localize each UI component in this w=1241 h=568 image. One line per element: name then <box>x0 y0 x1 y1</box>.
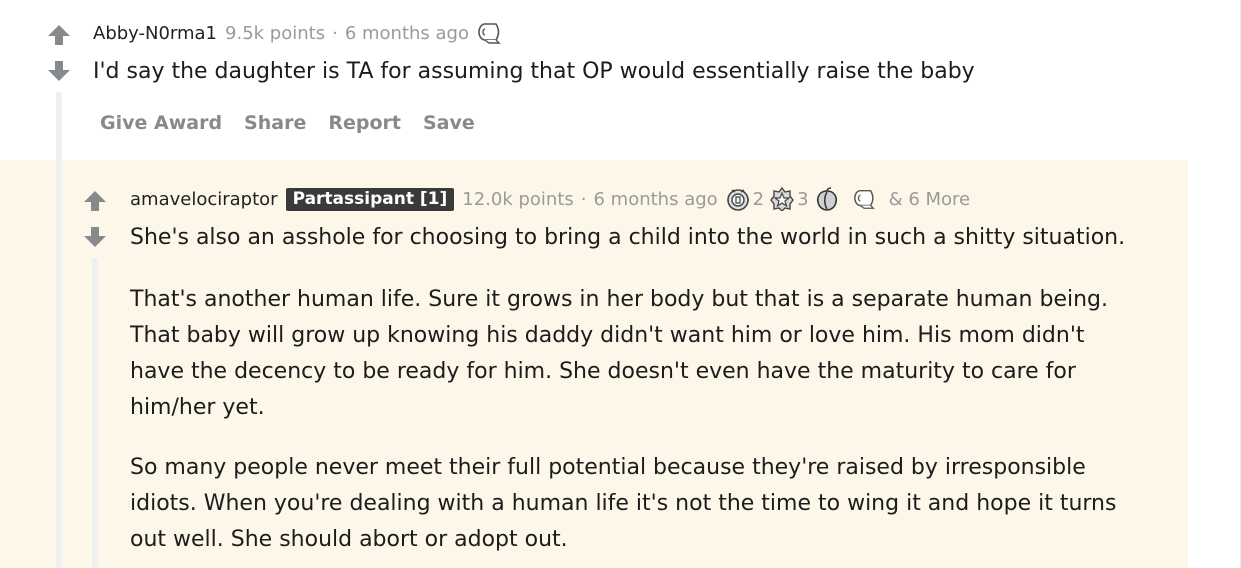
comment-text-line: him/her yet. <box>130 395 265 420</box>
comment-thread: Abby-N0rma1 9.5k points · 6 months ago I… <box>0 0 1241 568</box>
upvote-arrow-icon[interactable] <box>83 190 107 212</box>
comment-paragraph: She's also an asshole for choosing to br… <box>130 220 1125 256</box>
toilet-paper-icon[interactable] <box>477 22 503 44</box>
downvote-arrow-icon[interactable] <box>83 226 107 248</box>
gold-coin-award-icon[interactable] <box>726 187 750 211</box>
toilet-paper-icon[interactable] <box>853 187 877 211</box>
comment-meta: amavelociraptor Partassipant [1] 12.0k p… <box>130 187 970 211</box>
comment-text-line: idiots. When you're dealing with a human… <box>130 491 1117 516</box>
comment-timestamp[interactable]: 6 months ago <box>345 23 469 44</box>
comment-paragraph: So many people never meet their full pot… <box>130 450 1116 558</box>
comment-text-line: She's also an asshole for choosing to br… <box>130 225 1126 250</box>
comment-text-line: That's another human life. Sure it grows… <box>130 287 1108 312</box>
give-award-button[interactable]: Give Award <box>100 112 222 134</box>
downvote-arrow-icon[interactable] <box>47 60 71 82</box>
parent-comment: Abby-N0rma1 9.5k points · 6 months ago I… <box>0 0 1240 160</box>
comment-timestamp[interactable]: 6 months ago <box>594 189 718 210</box>
comment-paragraph: That's another human life. Sure it grows… <box>130 282 1108 426</box>
thread-line[interactable] <box>56 92 62 160</box>
report-button[interactable]: Report <box>328 112 401 134</box>
save-button[interactable]: Save <box>423 112 475 134</box>
parent-thread-line[interactable] <box>56 160 62 568</box>
comment-meta: Abby-N0rma1 9.5k points · 6 months ago <box>93 22 503 44</box>
comment-text-line: have the decency to be ready for him. Sh… <box>130 359 1076 384</box>
award-count: 3 <box>797 188 809 210</box>
meta-separator: · <box>580 188 587 210</box>
star-badge-award-icon[interactable] <box>770 187 794 211</box>
comment-text-line: That baby will grow up knowing his daddy… <box>130 323 1085 348</box>
meta-separator: · <box>332 22 338 44</box>
comment-text-line: out well. She should abort or adopt out. <box>130 527 568 552</box>
thread-line[interactable] <box>92 258 98 568</box>
peach-award-icon[interactable] <box>815 187 839 211</box>
comment-points: 12.0k points <box>462 188 574 210</box>
reply-comment: amavelociraptor Partassipant [1] 12.0k p… <box>0 160 1188 568</box>
comment-text-line: So many people never meet their full pot… <box>130 455 1086 480</box>
user-flair: Partassipant [1] <box>285 187 455 211</box>
comment-author[interactable]: Abby-N0rma1 <box>93 23 217 44</box>
comment-points: 9.5k points <box>225 22 326 44</box>
comment-body: I'd say the daughter is TA for assuming … <box>93 59 975 84</box>
comment-actions: Give Award Share Report Save <box>100 112 497 134</box>
comment-author[interactable]: amavelociraptor <box>130 189 278 210</box>
upvote-arrow-icon[interactable] <box>47 24 71 46</box>
share-button[interactable]: Share <box>244 112 306 134</box>
award-count: 2 <box>752 188 765 210</box>
more-awards-link[interactable]: & 6 More <box>889 189 971 210</box>
